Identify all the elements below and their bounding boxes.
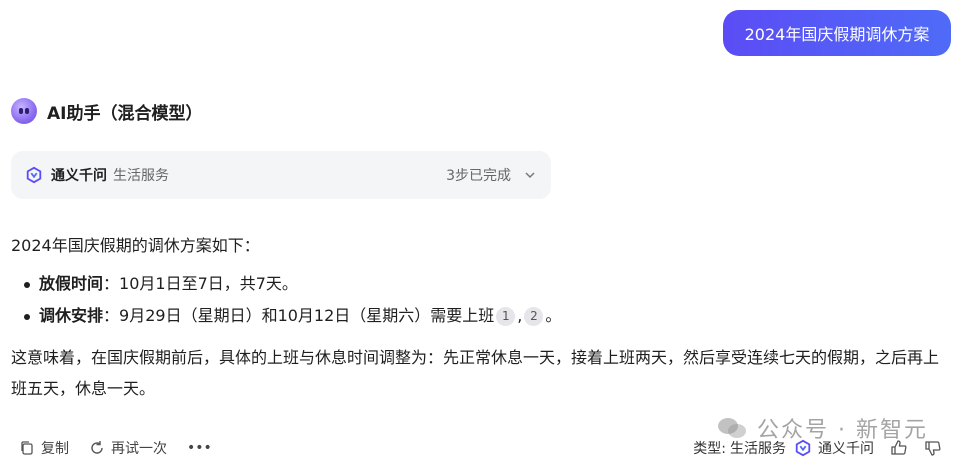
assistant-header: AI助手（混合模型） [11,98,202,124]
message-toolbar: 复制 再试一次 ••• [19,438,212,458]
copy-button[interactable]: 复制 [19,438,69,458]
bullet-separator: ： [103,306,120,325]
retry-button[interactable]: 再试一次 [89,438,167,458]
tool-name: 通义千问 [51,168,107,184]
answer-bullet-list: 放假时间： 10月1日至7日，共7天。 调休安排： 9月29日（星期日）和10月12… [23,272,951,328]
user-message-text: 2024年国庆假期调休方案 [744,25,930,44]
type-label: 类型: [693,441,726,457]
refresh-icon [89,440,105,456]
robot-avatar-icon [11,98,37,124]
bullet-text: 10月1日至7日，共7天。 [119,274,298,293]
message-meta: 类型: 生活服务 通义千问 [693,438,942,458]
citation-badge[interactable]: 2 [524,306,544,326]
tool-status: 3步已完成 [446,168,511,184]
tool-steps-card[interactable]: 通义千问 生活服务 3步已完成 [11,151,551,199]
bullet-tail: 。 [545,306,562,325]
chevron-down-icon[interactable] [523,168,537,182]
answer-summary: 这意味着，在国庆假期前后，具体的上班与休息时间调整为：先正常休息一天，接着上班两… [11,348,940,398]
more-options-button[interactable]: ••• [187,440,212,456]
bullet-label: 放假时间 [39,274,104,293]
assistant-title: AI助手（混合模型） [47,103,203,124]
tongyi-logo-icon [794,439,812,457]
model-name: 通义千问 [818,441,874,457]
citation-badge[interactable]: 1 [496,306,516,326]
bullet-label: 调休安排 [39,306,104,325]
thumbs-up-icon[interactable] [890,439,908,457]
list-item: 放假时间： 10月1日至7日，共7天。 [23,272,951,296]
copy-icon [19,440,35,456]
tool-category: 生活服务 [113,168,169,184]
list-item: 调休安排： 9月29日（星期日）和10月12日（星期六）需要上班 1, 2。 [23,304,951,328]
bullet-separator: ： [103,274,120,293]
tongyi-logo-icon [25,166,43,184]
bullet-text: 9月29日（星期日）和10月12日（星期六）需要上班 [119,306,495,325]
retry-label: 再试一次 [111,441,167,457]
assistant-answer: 2024年国庆假期的调休方案如下： 放假时间： 10月1日至7日，共7天。 调休安… [11,234,951,404]
user-message-bubble: 2024年国庆假期调休方案 [723,10,951,56]
answer-intro: 2024年国庆假期的调休方案如下： [11,236,260,255]
more-icon: ••• [187,440,212,456]
copy-label: 复制 [41,441,69,457]
thumbs-down-icon[interactable] [924,439,942,457]
type-value: 生活服务 [730,441,786,457]
